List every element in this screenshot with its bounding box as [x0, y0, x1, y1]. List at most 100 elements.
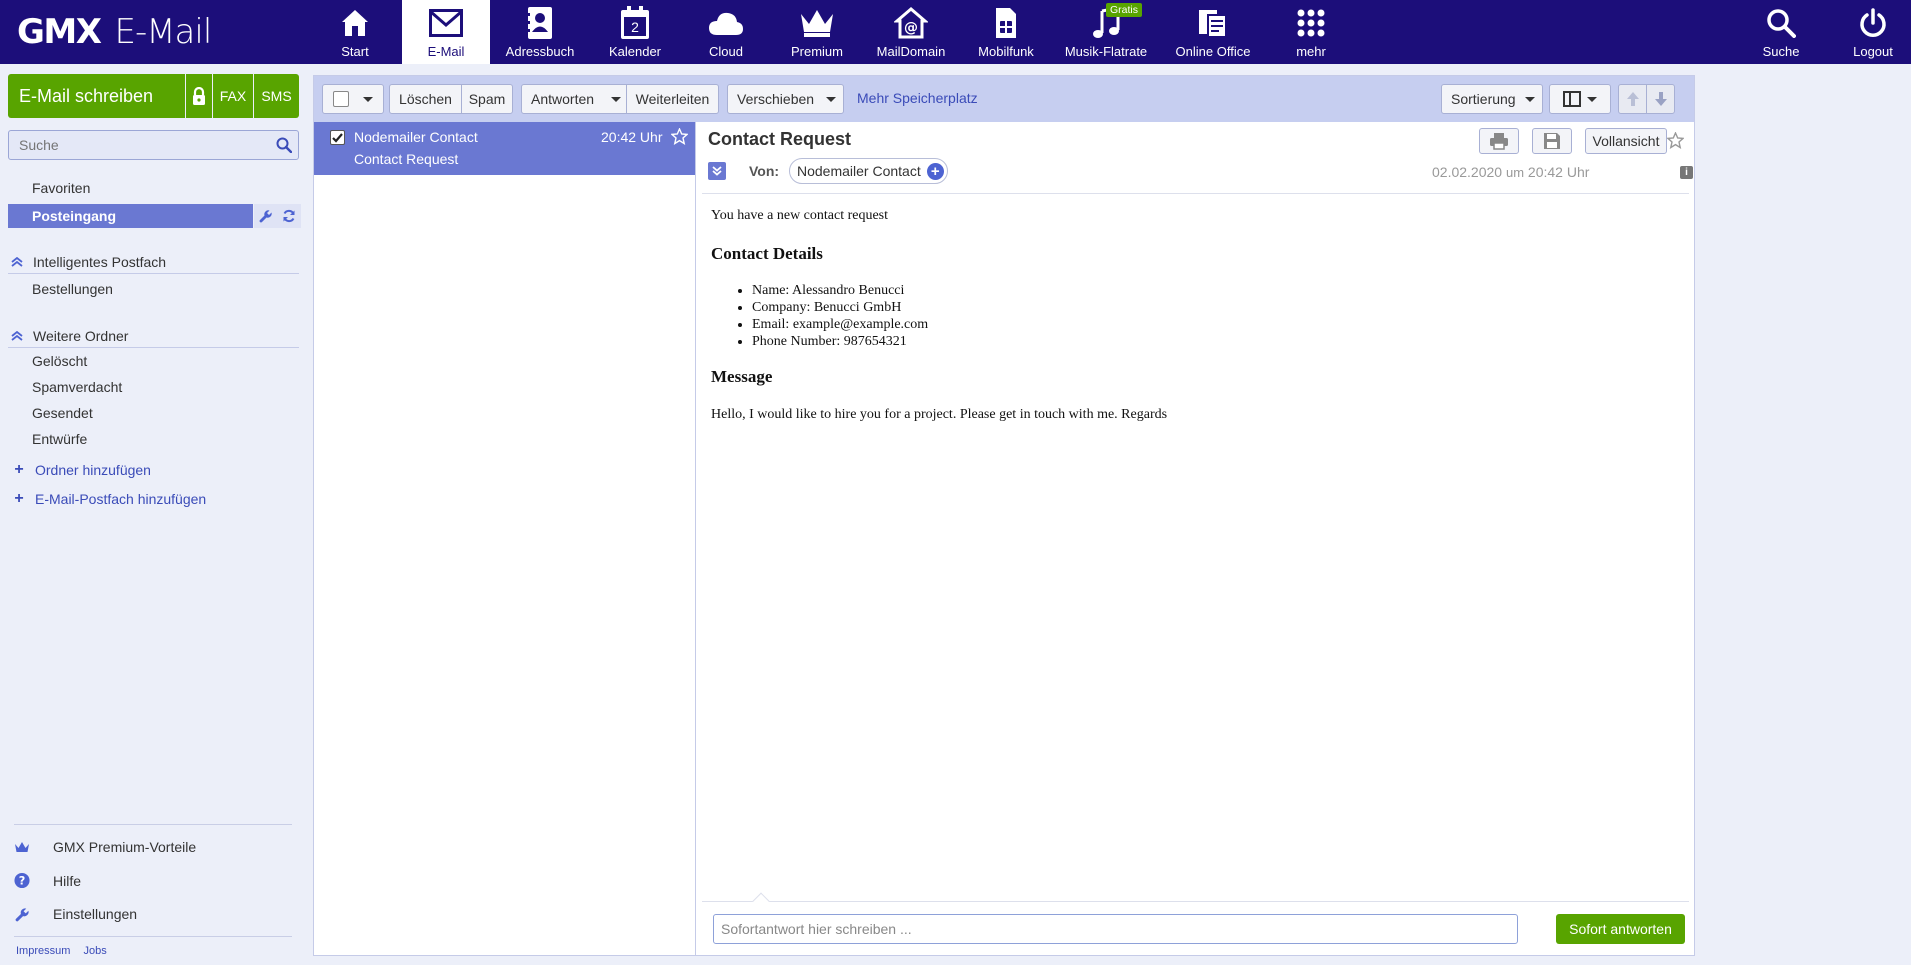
nav-mobilfunk[interactable]: Mobilfunk — [966, 0, 1046, 64]
move-dropdown-button[interactable]: Verschieben — [727, 84, 844, 114]
nav-start[interactable]: Start — [320, 0, 390, 64]
nav-email[interactable]: E-Mail — [402, 0, 490, 64]
folder-bestellungen[interactable]: Bestellungen — [32, 281, 113, 297]
arrow-down-icon — [1654, 91, 1668, 107]
nav-adressbuch[interactable]: Adressbuch — [500, 0, 580, 64]
settings-link[interactable]: Einstellungen — [14, 906, 137, 922]
nav-cloud[interactable]: Cloud — [686, 0, 766, 64]
chevron-down-icon — [611, 96, 622, 102]
email-date-value: 02.02.2020 — [1432, 164, 1503, 180]
compose-email-button[interactable]: E-Mail schreiben — [8, 74, 185, 118]
message-checkbox[interactable] — [330, 130, 345, 145]
nav-logout[interactable]: Logout — [1833, 0, 1911, 64]
add-folder-label: Ordner hinzufügen — [35, 462, 151, 478]
search-icon[interactable] — [276, 137, 292, 153]
nav-online-office[interactable]: Online Office — [1168, 0, 1258, 64]
expand-header-button[interactable] — [708, 162, 726, 180]
impressum-link[interactable]: Impressum — [16, 945, 70, 957]
quick-reply-input[interactable] — [713, 914, 1518, 944]
forward-button[interactable]: Weiterleiten — [626, 84, 719, 114]
message-list: Nodemailer Contact Contact Request 20:42… — [314, 122, 696, 955]
gmx-logo[interactable]: GMX E-Mail — [17, 0, 212, 64]
next-message-button[interactable] — [1646, 84, 1675, 114]
reply-label: Antworten — [531, 91, 595, 107]
nav-premium-label: Premium — [790, 44, 843, 59]
info-icon[interactable]: i — [1680, 166, 1693, 179]
folder-settings-button[interactable] — [254, 204, 278, 228]
nav-suche-label: Suche — [1762, 44, 1800, 59]
sidebar: E-Mail schreiben FAX SMS Favoriten Poste… — [0, 64, 310, 965]
folder-gesendet[interactable]: Gesendet — [32, 405, 93, 421]
add-contact-icon[interactable]: + — [926, 163, 944, 180]
quick-reply-button[interactable]: Sofort antworten — [1556, 914, 1685, 944]
message-text: Hello, I would like to hire you for a pr… — [711, 407, 1168, 422]
mail-search-box — [8, 130, 299, 160]
search-icon — [1766, 3, 1796, 43]
select-all-checkbox[interactable] — [333, 91, 349, 107]
delete-button[interactable]: Löschen — [389, 84, 462, 114]
section-weitere-ordner[interactable]: Weitere Ordner — [8, 324, 299, 348]
nav-maildomain[interactable]: @ MailDomain — [866, 0, 956, 64]
contact-detail-name: Name: Alessandro Benucci — [752, 282, 1671, 299]
crown-icon — [14, 841, 30, 854]
section-weitere-ordner-label: Weitere Ordner — [33, 327, 129, 344]
previous-message-button[interactable] — [1618, 84, 1647, 114]
nav-start-label: Start — [341, 44, 369, 59]
double-chevron-down-icon — [712, 166, 722, 176]
sort-dropdown-button[interactable]: Sortierung — [1441, 84, 1543, 114]
message-list-item[interactable]: Nodemailer Contact Contact Request 20:42… — [314, 122, 695, 175]
add-mailbox-link[interactable]: + E-Mail-Postfach hinzufügen — [12, 490, 206, 508]
sender-chip[interactable]: Nodemailer Contact + — [789, 158, 948, 184]
mail-search-input[interactable] — [9, 137, 264, 153]
folder-geloescht[interactable]: Gelöscht — [32, 353, 87, 369]
contact-detail-phone: Phone Number: 987654321 — [752, 333, 1671, 350]
svg-text:?: ? — [19, 875, 26, 888]
nav-logout-label: Logout — [1853, 44, 1893, 59]
nav-mobilfunk-label: Mobilfunk — [978, 44, 1034, 59]
contact-detail-email: Email: example@example.com — [752, 316, 1671, 333]
compose-fax-button[interactable]: FAX — [213, 74, 253, 118]
address-book-icon — [526, 3, 554, 43]
section-intelligentes-postfach[interactable]: Intelligentes Postfach — [8, 250, 299, 274]
print-button[interactable] — [1479, 128, 1519, 154]
section-intelligentes-postfach-label: Intelligentes Postfach — [33, 253, 167, 270]
help-link[interactable]: ? Hilfe — [14, 872, 81, 889]
full-view-button[interactable]: Vollansicht — [1585, 128, 1667, 154]
star-icon[interactable] — [671, 128, 688, 145]
reply-dropdown-button[interactable]: Antworten — [521, 84, 627, 114]
chevron-down-icon — [826, 96, 837, 102]
mail-domain-icon: @ — [894, 3, 928, 43]
nav-kalender[interactable]: 2 Kalender — [595, 0, 675, 64]
nav-suche[interactable]: Suche — [1741, 0, 1821, 64]
jobs-link[interactable]: Jobs — [83, 945, 106, 957]
star-icon[interactable] — [1667, 132, 1684, 149]
crown-icon — [799, 3, 835, 43]
nav-musik-label: Musik-Flatrate — [1064, 44, 1148, 59]
nav-cloud-label: Cloud — [709, 44, 743, 59]
add-folder-link[interactable]: + Ordner hinzufügen — [12, 461, 151, 479]
legal-links: Impressum Jobs — [16, 945, 117, 957]
layout-dropdown-button[interactable] — [1549, 84, 1611, 114]
nav-mehr[interactable]: mehr — [1271, 0, 1351, 64]
nav-musik-flatrate[interactable]: Gratis Musik-Flatrate — [1056, 0, 1156, 64]
printer-icon — [1489, 132, 1509, 150]
save-button[interactable] — [1532, 128, 1572, 154]
select-all-dropdown[interactable] — [322, 84, 384, 114]
folder-posteingang[interactable]: Posteingang — [8, 204, 253, 228]
more-storage-link[interactable]: Mehr Speicherplatz — [857, 90, 978, 106]
nav-premium[interactable]: Premium — [777, 0, 857, 64]
folder-refresh-button[interactable] — [277, 204, 301, 228]
chevron-down-icon — [1587, 96, 1597, 102]
cloud-icon — [708, 3, 744, 43]
folder-favoriten[interactable]: Favoriten — [32, 180, 90, 196]
message-sender: Nodemailer Contact — [354, 129, 478, 145]
compose-encrypted-button[interactable] — [186, 74, 212, 118]
premium-benefits-link[interactable]: GMX Premium-Vorteile — [14, 839, 196, 855]
spam-button[interactable]: Spam — [461, 84, 513, 114]
email-time-value: 20:42 Uhr — [1527, 164, 1590, 180]
folder-entwuerfe[interactable]: Entwürfe — [32, 431, 87, 447]
help-label: Hilfe — [53, 872, 82, 889]
compose-sms-button[interactable]: SMS — [254, 74, 299, 118]
folder-spamverdacht[interactable]: Spamverdacht — [32, 379, 122, 395]
divider — [14, 824, 292, 825]
